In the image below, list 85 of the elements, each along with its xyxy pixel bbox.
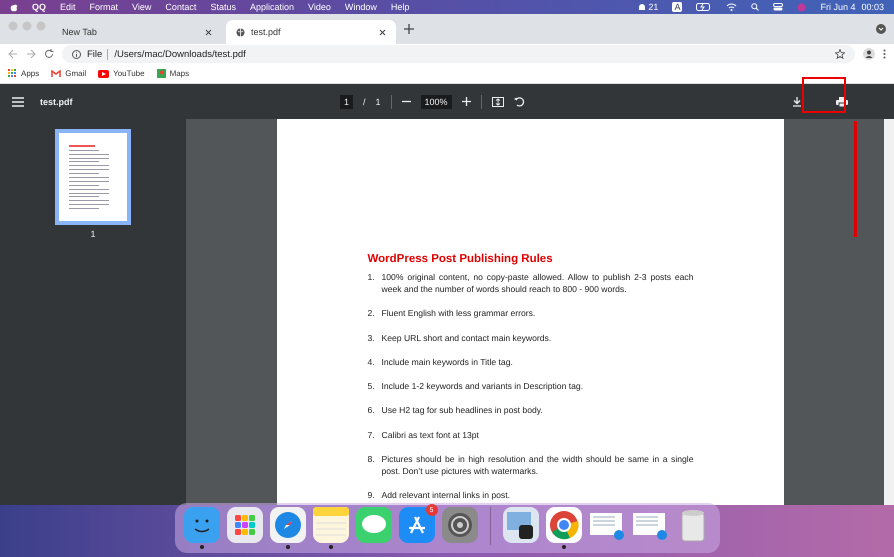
- rule-text: Use H2 tag for sub headlines in post body.: [382, 404, 544, 416]
- profile-icon[interactable]: [863, 48, 875, 60]
- menu-item[interactable]: Format: [90, 2, 118, 12]
- print-icon[interactable]: [836, 96, 848, 106]
- pdf-title: test.pdf: [40, 96, 72, 106]
- app-grid-icon: [8, 69, 17, 78]
- menu-item[interactable]: Video: [308, 2, 331, 12]
- bookmark-link[interactable]: Apps: [8, 69, 40, 78]
- page-separator: /: [362, 96, 366, 106]
- menu-item[interactable]: Help: [390, 2, 410, 12]
- bookmark-link[interactable]: Maps: [156, 69, 190, 78]
- search-icon[interactable]: [751, 3, 760, 11]
- menu-icon[interactable]: [12, 96, 24, 106]
- compass-icon[interactable]: [270, 507, 306, 543]
- menu-item[interactable]: Edit: [60, 2, 76, 12]
- page-number-field[interactable]: 1: [340, 94, 353, 108]
- list-number: 2.: [368, 307, 376, 320]
- apple-icon[interactable]: [10, 2, 18, 12]
- thumbnail-label: 1: [90, 229, 96, 239]
- page-count: 1: [376, 96, 381, 106]
- download-icon[interactable]: [792, 96, 802, 106]
- tab-search-icon[interactable]: [876, 24, 886, 34]
- list-number: 9.: [368, 489, 376, 502]
- close-icon[interactable]: [379, 28, 386, 36]
- list-number: 8.: [368, 453, 376, 466]
- browser-tab[interactable]: New Tab: [52, 20, 222, 44]
- close-icon[interactable]: [205, 28, 212, 36]
- rule-text: Calibri as text font at 13pt: [382, 428, 480, 441]
- address-url: /Users/mac/Downloads/test.pdf: [114, 48, 247, 60]
- list-number: 7.: [368, 428, 376, 441]
- photo-viewer-icon[interactable]: [502, 507, 538, 543]
- menu-item[interactable]: Status: [210, 2, 236, 12]
- bell-icon[interactable]: [638, 2, 646, 12]
- menu-item[interactable]: Window: [344, 2, 377, 12]
- list-number: 3.: [368, 332, 376, 344]
- list-number: 6.: [368, 404, 376, 416]
- rule-text: Add relevant internal links in post.: [382, 489, 511, 502]
- notepad-icon[interactable]: [312, 507, 348, 543]
- document-title: WordPress Post Publishing Rules: [368, 253, 554, 265]
- battery-icon[interactable]: [696, 3, 712, 11]
- list-number: 1.: [368, 271, 376, 284]
- menu-clock[interactable]: Fri Jun 4: [820, 2, 856, 12]
- input-source[interactable]: A: [672, 2, 682, 12]
- browser-tab[interactable]: test.pdf: [226, 20, 396, 44]
- rule-text: Fluent English with less grammar errors.: [382, 307, 536, 320]
- fit-page-icon[interactable]: [492, 96, 504, 106]
- bookmark-link[interactable]: YouTube: [98, 69, 145, 78]
- reload-icon[interactable]: [44, 49, 54, 59]
- globe-icon: [236, 28, 245, 36]
- info-icon: [72, 50, 81, 58]
- menu-item[interactable]: Contact: [165, 2, 196, 12]
- rule-text: Include main keywords in Title tag.: [382, 356, 514, 368]
- star-icon[interactable]: [835, 49, 845, 59]
- rule-text: Pictures should be in high resolution and the width should be same in a single post. Don’t use pictures with watermarks.: [382, 453, 694, 478]
- more-menu-icon[interactable]: [883, 49, 886, 59]
- mail-icon: [51, 70, 62, 78]
- play-icon: [98, 70, 110, 78]
- app-menu[interactable]: QQ: [32, 2, 46, 12]
- rotate-icon[interactable]: [514, 96, 525, 107]
- toggles-icon[interactable]: [773, 3, 784, 11]
- app-grid-icon[interactable]: [226, 507, 262, 543]
- gear-icon[interactable]: [442, 507, 478, 543]
- zoom-field[interactable]: 100%: [420, 94, 452, 108]
- letter-a-app-icon[interactable]: [398, 507, 434, 543]
- address-scheme: File: [87, 48, 108, 60]
- rule-text: Include 1-2 keywords and variants in Description tag.: [382, 380, 584, 392]
- bookmark-link[interactable]: Gmail: [51, 69, 86, 78]
- list-number: 5.: [368, 380, 376, 392]
- menu-item[interactable]: View: [132, 2, 152, 12]
- face-app-icon[interactable]: [184, 507, 220, 543]
- wifi-icon[interactable]: [726, 3, 738, 11]
- plus-icon[interactable]: [404, 24, 414, 34]
- menu-item[interactable]: Application: [250, 2, 294, 12]
- menu-clock-time[interactable]: 00:03: [861, 2, 884, 12]
- highlight-frame: [802, 77, 846, 113]
- page-thumbnail[interactable]: [55, 129, 131, 225]
- map-pin-icon: [156, 69, 166, 78]
- rule-text: 100% original content, no copy-paste allowed. Allow to publish 2-3 posts each week and the number of words should reach to 800 - 900 words.: [382, 271, 694, 295]
- notification-count: 21: [648, 2, 658, 12]
- zoom-in-icon[interactable]: [462, 97, 471, 106]
- list-number: 4.: [368, 356, 376, 368]
- address-field[interactable]: File /Users/mac/Downloads/test.pdf: [62, 45, 855, 63]
- scrollbar[interactable]: [884, 119, 894, 505]
- speech-bubble-icon[interactable]: [356, 507, 392, 543]
- rule-text: Keep URL short and contact main keywords.: [382, 332, 552, 344]
